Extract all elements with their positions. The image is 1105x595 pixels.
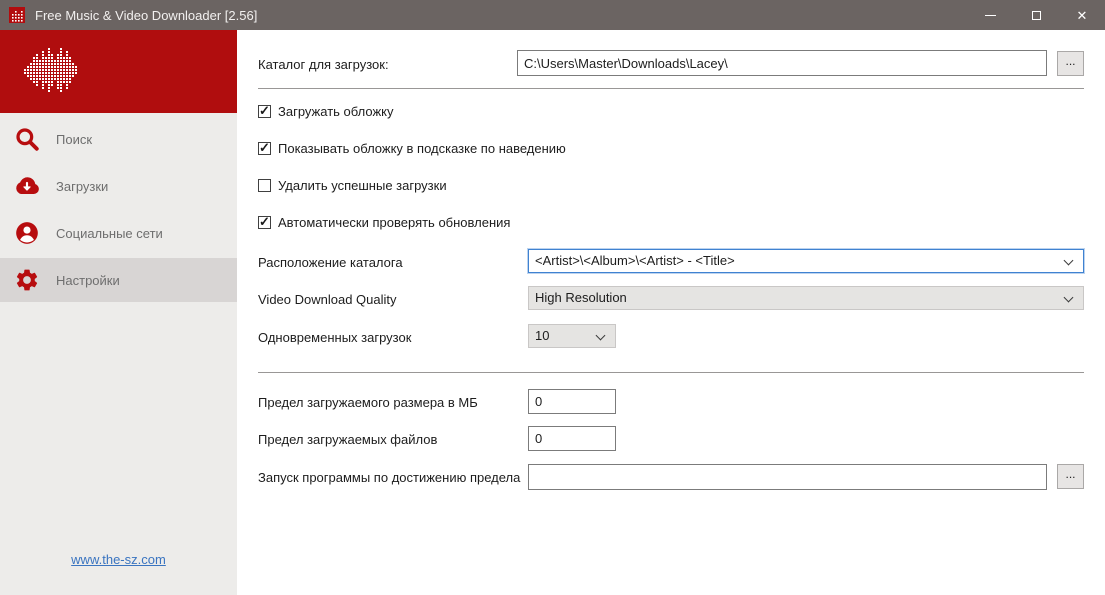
checkmark-icon: ✓ (259, 213, 270, 229)
chevron-down-icon (1063, 255, 1074, 266)
checkbox-label: Удалить успешные загрузки (278, 177, 447, 193)
download-folder-browse-button[interactable]: ... (1057, 51, 1084, 76)
close-button[interactable]: ✕ (1059, 0, 1105, 30)
size-limit-label: Предел загружаемого размера в МБ (258, 395, 478, 410)
sidebar-item-label: Настройки (56, 272, 120, 288)
checkbox-row-download-cover[interactable]: ✓ Загружать обложку (258, 103, 393, 119)
chevron-down-icon (595, 330, 606, 341)
concurrent-downloads-label: Одновременных загрузок (258, 330, 412, 345)
brand-header (0, 30, 237, 113)
concurrent-downloads-value: 10 (535, 328, 550, 343)
sidebar-item-label: Социальные сети (56, 225, 163, 241)
run-program-browse-button[interactable]: ... (1057, 464, 1084, 489)
folder-layout-label: Расположение каталога (258, 255, 403, 270)
sidebar-item-downloads[interactable]: Загрузки (0, 164, 237, 208)
concurrent-downloads-combobox[interactable]: 10 (528, 324, 616, 348)
checkbox-label: Загружать обложку (278, 103, 394, 119)
section-divider (258, 372, 1084, 373)
checkbox-label: Автоматически проверять обновления (278, 214, 511, 230)
cloud-download-icon (16, 177, 39, 195)
run-program-input[interactable] (528, 464, 1047, 490)
video-quality-label: Video Download Quality (258, 292, 397, 307)
waveform-logo-icon (24, 48, 77, 93)
window-title: Free Music & Video Downloader [2.56] (35, 7, 258, 23)
user-icon (16, 222, 38, 244)
sidebar-item-settings[interactable]: Настройки (0, 258, 237, 302)
maximize-icon (1031, 10, 1041, 20)
title-bar: Free Music & Video Downloader [2.56] ✕ (0, 0, 1105, 30)
checkbox[interactable]: ✓ (258, 178, 271, 192)
download-folder-input[interactable] (517, 50, 1047, 76)
sidebar-item-label: Загрузки (56, 178, 109, 194)
sidebar-item-search[interactable]: Поиск (0, 117, 237, 161)
gear-icon (16, 269, 38, 291)
minimize-icon (984, 14, 996, 16)
download-folder-label: Каталог для загрузок: (258, 57, 389, 72)
run-program-label: Запуск программы по достижению предела (258, 470, 521, 485)
minimize-button[interactable] (967, 0, 1013, 30)
sidebar: Поиск Загрузки Социальные сети Настройки… (0, 30, 237, 595)
checkbox[interactable]: ✓ (258, 102, 271, 118)
video-quality-combobox[interactable]: High Resolution (528, 286, 1084, 310)
checkbox-row-show-cover-tooltip[interactable]: ✓ Показывать обложку в подсказке по наве… (258, 140, 566, 156)
checkbox-label: Показывать обложку в подсказке по наведе… (278, 140, 566, 156)
maximize-button[interactable] (1013, 0, 1059, 30)
files-limit-input[interactable] (528, 426, 616, 451)
checkbox[interactable]: ✓ (258, 139, 271, 155)
section-divider (258, 88, 1084, 89)
app-logo-icon (9, 7, 25, 23)
checkmark-icon: ✓ (259, 102, 270, 118)
sidebar-item-label: Поиск (56, 131, 93, 147)
sidebar-item-social[interactable]: Социальные сети (0, 211, 237, 255)
checkbox[interactable]: ✓ (258, 213, 271, 229)
checkbox-row-auto-update[interactable]: ✓ Автоматически проверять обновления (258, 214, 510, 230)
files-limit-label: Предел загружаемых файлов (258, 432, 438, 447)
close-icon: ✕ (1076, 7, 1088, 23)
size-limit-input[interactable] (528, 389, 616, 414)
video-quality-value: High Resolution (535, 290, 627, 305)
settings-panel: Каталог для загрузок: ... ✓ Загружать об… (237, 30, 1105, 595)
website-link[interactable]: www.the-sz.com (0, 552, 237, 567)
search-icon (16, 128, 39, 151)
window-controls: ✕ (967, 0, 1105, 30)
folder-layout-value: <Artist>\<Album>\<Artist> - <Title> (535, 253, 735, 268)
checkmark-icon: ✓ (259, 139, 270, 155)
checkbox-row-remove-successful[interactable]: ✓ Удалить успешные загрузки (258, 177, 447, 193)
app-window: Free Music & Video Downloader [2.56] ✕ П… (0, 0, 1105, 595)
folder-layout-combobox[interactable]: <Artist>\<Album>\<Artist> - <Title> (528, 249, 1084, 273)
chevron-down-icon (1063, 292, 1074, 303)
